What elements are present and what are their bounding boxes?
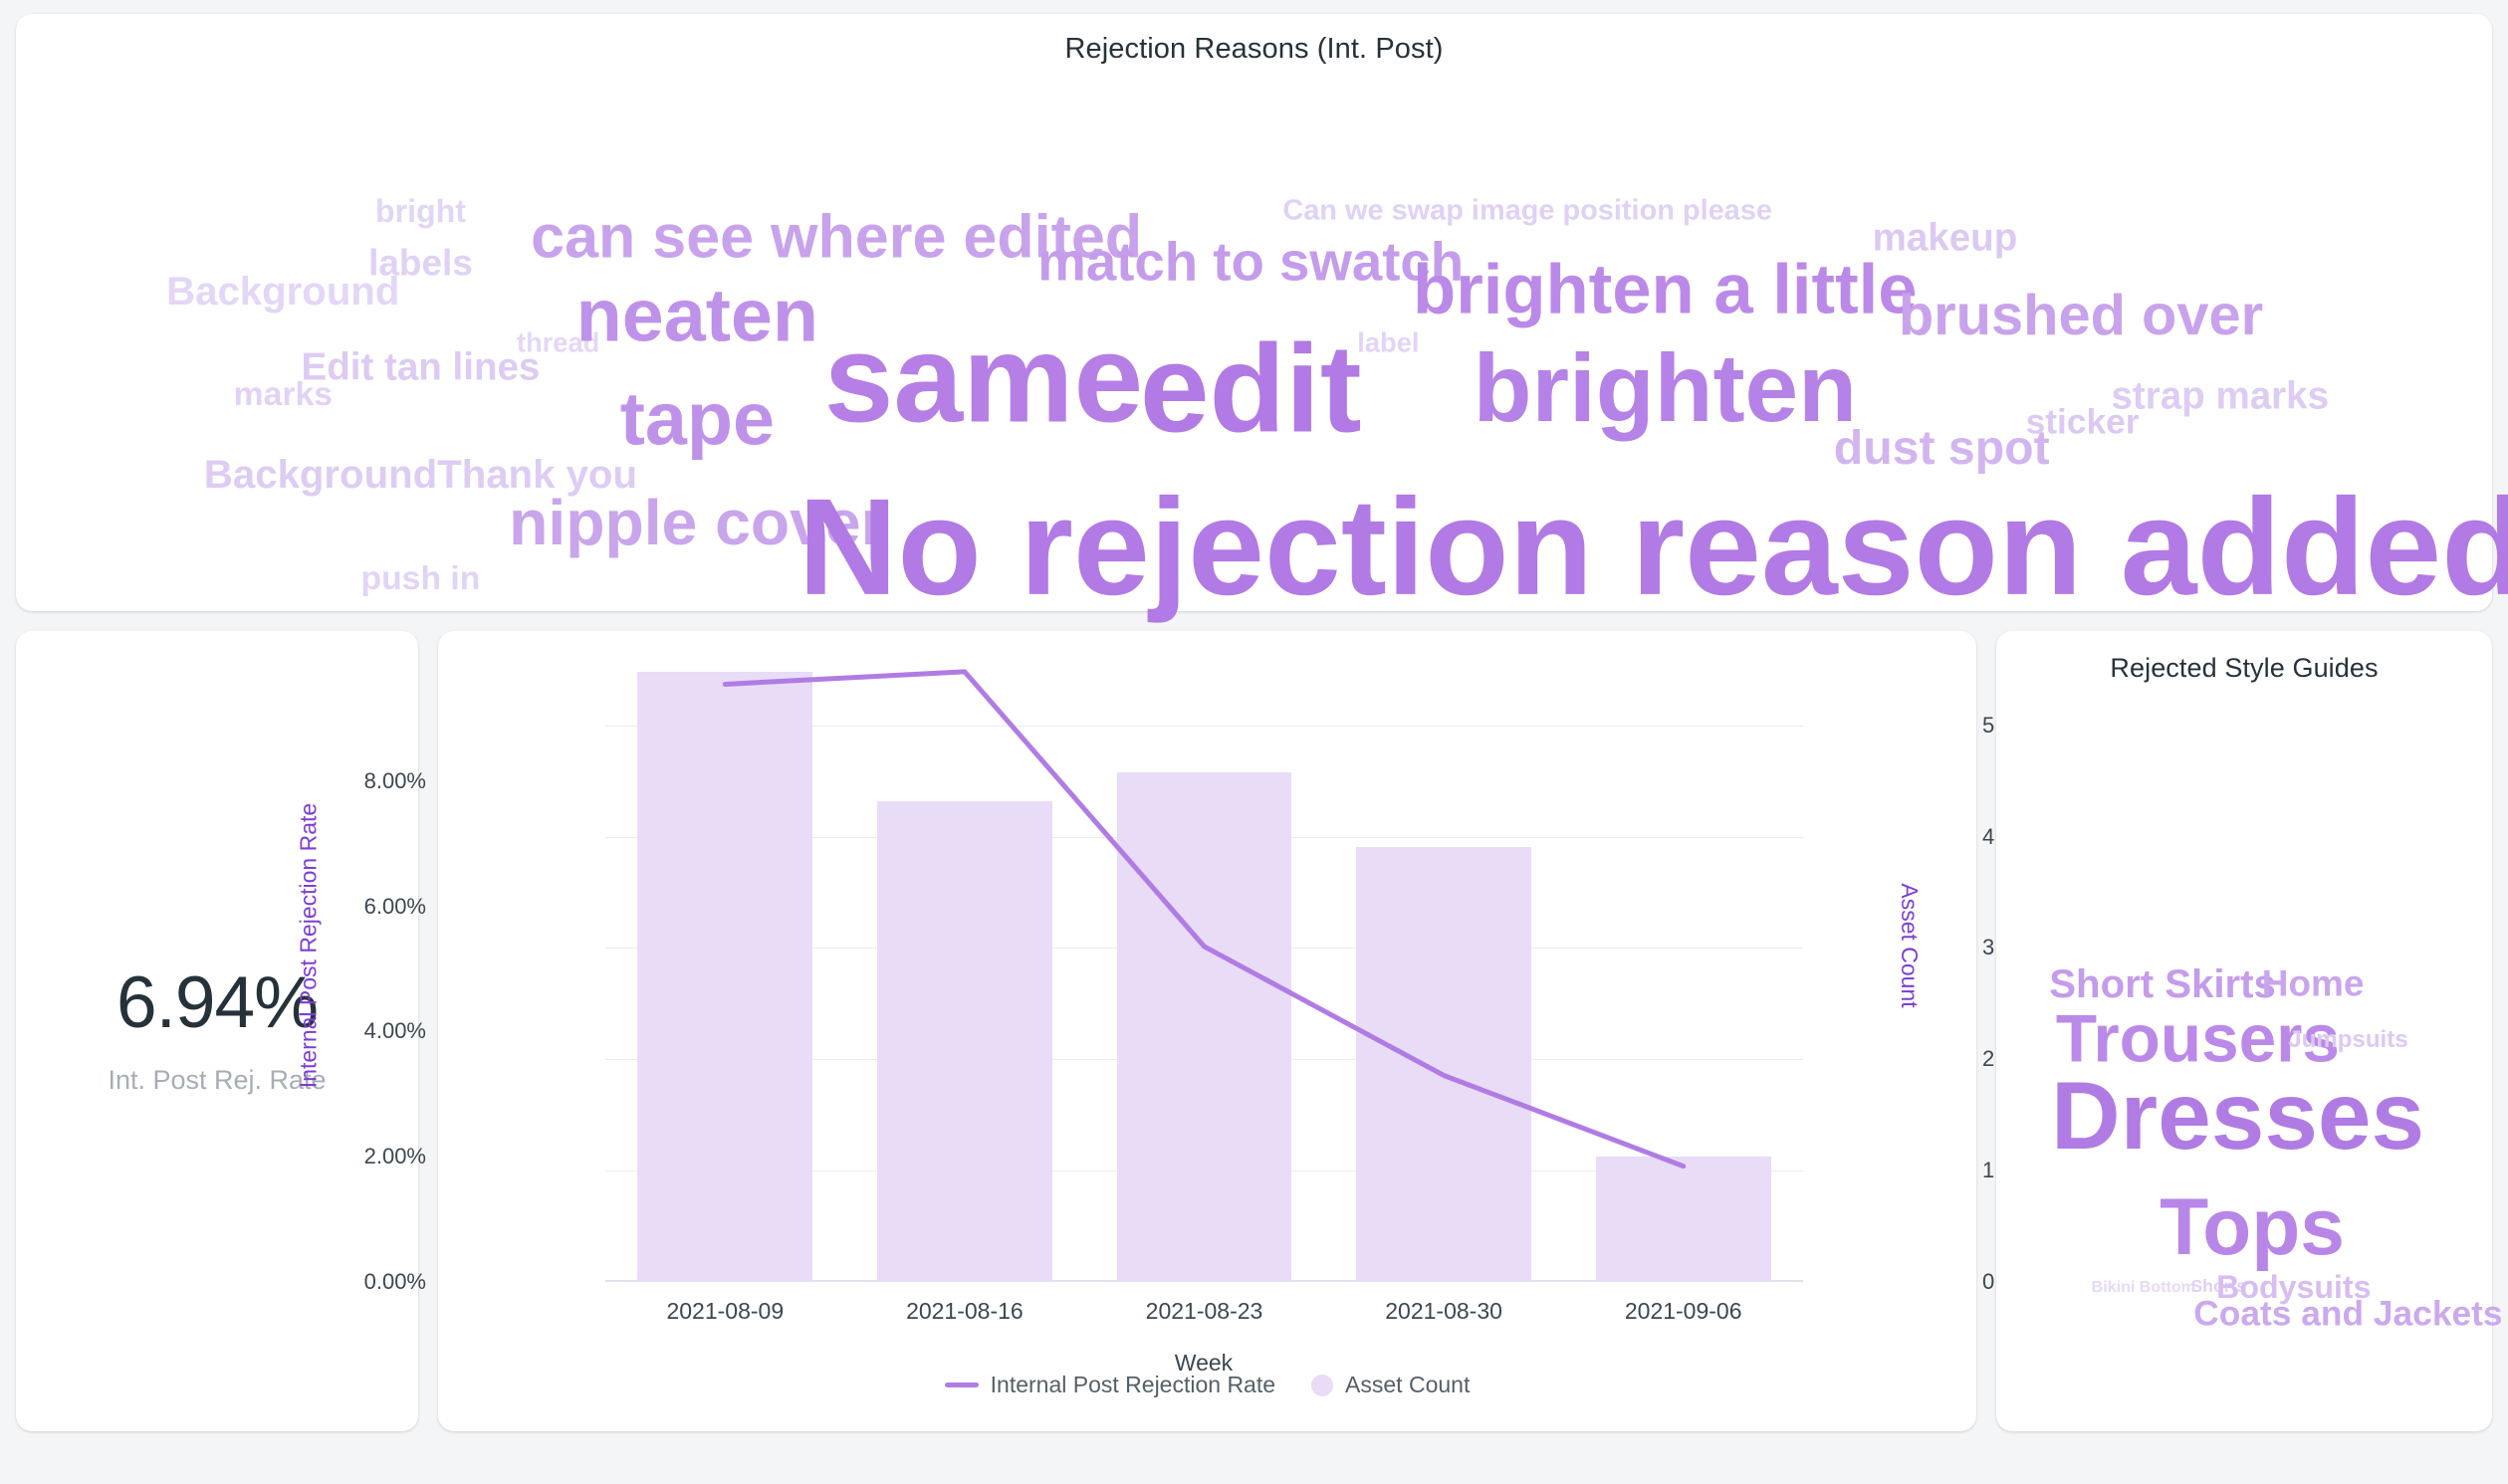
kpi-value: 6.94% bbox=[116, 962, 319, 1043]
kpi-label: Int. Post Rej. Rate bbox=[108, 1065, 327, 1095]
y-axis-left-title: Internal Post Rejection Rate bbox=[295, 802, 322, 1089]
y-axis-right-title: Asset Count bbox=[1896, 883, 1923, 1008]
word-cloud-term[interactable]: dust spot bbox=[1834, 424, 2050, 472]
rejection-rate-line bbox=[722, 669, 1687, 1169]
word-cloud-term[interactable]: strap marks bbox=[2111, 377, 2329, 416]
word-cloud-term[interactable]: Background bbox=[166, 271, 399, 311]
rejected-style-guides-wordcloud: Short Skirts Home Trousers Jumpsuits Dresses… bbox=[1996, 684, 2502, 1484]
word-cloud-term[interactable]: brighten a little bbox=[1413, 254, 1918, 325]
word-cloud-term[interactable]: brighten bbox=[1474, 339, 1857, 436]
word-cloud-term[interactable]: Tops bbox=[2160, 1187, 2345, 1268]
word-cloud-term[interactable]: No rejection reason added bbox=[798, 478, 2508, 615]
word-cloud-term[interactable]: Coats and Jackets bbox=[2193, 1296, 2502, 1332]
legend-item-rejection-rate[interactable]: Internal Post Rejection Rate bbox=[944, 1372, 1276, 1398]
rejection-reasons-card: Rejection Reasons (Int. Post) bright labe… bbox=[16, 14, 2508, 616]
word-cloud-term[interactable]: tape bbox=[620, 381, 775, 457]
rejection-rate-combo-chart-card: Internal Post Rejection Rate Asset Count… bbox=[296, 631, 2037, 1431]
chart-legend: Internal Post Rejection Rate Asset Count bbox=[438, 1372, 1976, 1398]
x-axis-tick: 2021-08-23 bbox=[1145, 1298, 1263, 1324]
word-cloud-term[interactable]: Home bbox=[2262, 965, 2365, 1003]
kpi-content: 6.94% Int. Post Rej. Rate bbox=[16, 966, 418, 1096]
word-cloud-term[interactable]: label bbox=[1357, 328, 1419, 356]
legend-item-asset-count[interactable]: Asset Count bbox=[1311, 1372, 1470, 1398]
line-swatch-icon bbox=[944, 1382, 979, 1387]
word-cloud-term[interactable]: same bbox=[824, 316, 1143, 441]
word-cloud-term[interactable]: edit bbox=[1140, 325, 1362, 451]
dot-swatch-icon bbox=[1311, 1374, 1334, 1396]
x-axis-tick: 2021-08-16 bbox=[906, 1298, 1024, 1324]
word-cloud-term[interactable]: Can we swap image position please bbox=[1282, 196, 1772, 226]
legend-label: Internal Post Rejection Rate bbox=[990, 1372, 1276, 1397]
x-axis-tick: 2021-09-06 bbox=[1624, 1298, 1742, 1324]
x-axis-tick: 2021-08-09 bbox=[666, 1298, 785, 1324]
word-cloud-term[interactable]: marks bbox=[234, 377, 333, 412]
rejection-reasons-title: Rejection Reasons (Int. Post) bbox=[1064, 33, 1444, 65]
chart-plot-area bbox=[605, 653, 1803, 1282]
word-cloud-term[interactable]: Bikini Bottom bbox=[2092, 1279, 2195, 1295]
x-axis-tick: 2021-08-30 bbox=[1385, 1298, 1502, 1324]
word-cloud-term[interactable]: neaten bbox=[576, 277, 818, 353]
word-cloud-term[interactable]: Jumpsuits bbox=[2288, 1028, 2407, 1052]
rejected-style-guides-card: Rejected Style Guides Short Skirts Home Tr… bbox=[1996, 631, 2503, 1431]
word-cloud-term[interactable]: Edit tan lines bbox=[301, 348, 540, 387]
word-cloud-term[interactable]: Short Skirts bbox=[2049, 963, 2276, 1004]
rejected-style-guides-title: Rejected Style Guides bbox=[2110, 653, 2379, 683]
rejection-reasons-wordcloud: bright labels Background thread Edit tan lin… bbox=[16, 66, 2508, 663]
word-cloud-term[interactable]: bright bbox=[375, 195, 466, 227]
word-cloud-term[interactable]: Dresses bbox=[2051, 1068, 2424, 1165]
word-cloud-term[interactable]: push in bbox=[360, 561, 480, 596]
word-cloud-term[interactable]: match to swatch bbox=[1037, 235, 1464, 290]
legend-label: Asset Count bbox=[1345, 1372, 1471, 1397]
word-cloud-term[interactable]: brushed over bbox=[1899, 287, 2263, 345]
word-cloud-term[interactable]: makeup bbox=[1873, 219, 2018, 258]
dashboard-root: Rejection Reasons (Int. Post) bright labe… bbox=[0, 0, 2508, 1462]
int-post-rejection-rate-kpi-card: 6.94% Int. Post Rej. Rate bbox=[16, 631, 418, 1431]
